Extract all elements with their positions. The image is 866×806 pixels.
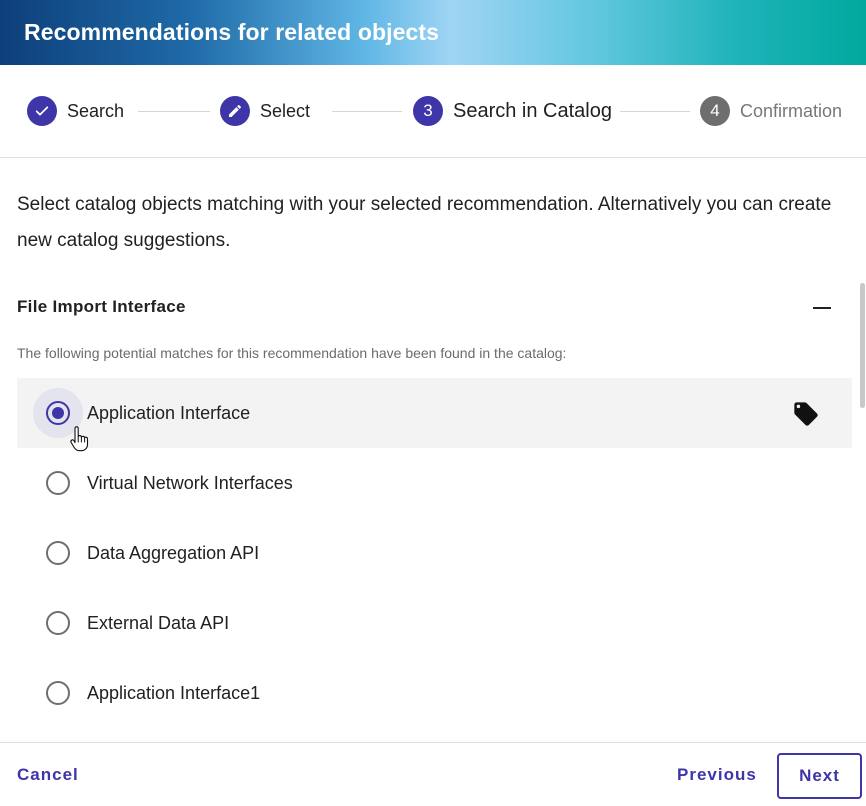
collapse-button[interactable] xyxy=(810,298,834,318)
option-label: Virtual Network Interfaces xyxy=(87,472,293,493)
options-list: Application Interface Virtual Network In… xyxy=(17,378,852,728)
radio-button[interactable] xyxy=(33,598,83,648)
step-label: Select xyxy=(260,100,311,121)
list-item[interactable]: Virtual Network Interfaces xyxy=(17,448,852,518)
list-item[interactable]: Application Interface1 xyxy=(17,658,852,728)
radio-button[interactable] xyxy=(33,458,83,508)
radio-button[interactable] xyxy=(33,528,83,578)
tag-icon[interactable] xyxy=(792,400,820,428)
pencil-icon xyxy=(220,96,250,126)
check-icon xyxy=(27,96,57,126)
dialog-title: Recommendations for related objects xyxy=(24,19,440,45)
list-item[interactable]: External Data API xyxy=(17,588,852,658)
section-title: File Import Interface xyxy=(17,297,186,316)
previous-button[interactable]: Previous xyxy=(677,765,757,785)
step-connector xyxy=(620,111,690,112)
step-confirmation[interactable]: 4 Confirmation xyxy=(700,96,842,126)
stepper: Search Select 3 Search in Catalog 4 Conf… xyxy=(0,65,866,158)
option-label: External Data API xyxy=(87,612,230,633)
step-label: Search xyxy=(67,100,125,121)
radio-button[interactable] xyxy=(33,388,89,452)
step-number: 4 xyxy=(700,96,730,126)
step-label: Confirmation xyxy=(740,100,843,121)
option-label: Data Aggregation API xyxy=(87,542,260,563)
dialog-header: Recommendations for related objects xyxy=(0,0,866,65)
step-search-in-catalog[interactable]: 3 Search in Catalog xyxy=(413,96,612,126)
minus-icon xyxy=(813,307,831,309)
step-number: 3 xyxy=(413,96,443,126)
option-label: Application Interface xyxy=(87,402,251,423)
scrollbar-thumb[interactable] xyxy=(860,283,865,408)
intro-text: Select catalog objects matching with you… xyxy=(17,194,832,251)
list-item[interactable]: Data Aggregation API xyxy=(17,518,852,588)
radio-button[interactable] xyxy=(33,668,83,718)
list-item[interactable]: Application Interface xyxy=(17,378,852,452)
matches-hint: The following potential matches for this… xyxy=(17,345,567,361)
cancel-button[interactable]: Cancel xyxy=(17,765,79,785)
next-button[interactable]: Next xyxy=(777,753,862,799)
step-label: Search in Catalog xyxy=(453,99,612,122)
step-connector xyxy=(332,111,402,112)
step-select[interactable]: Select xyxy=(220,96,310,126)
option-label: Application Interface1 xyxy=(87,682,261,703)
step-connector xyxy=(138,111,210,112)
step-search[interactable]: Search xyxy=(27,96,124,126)
